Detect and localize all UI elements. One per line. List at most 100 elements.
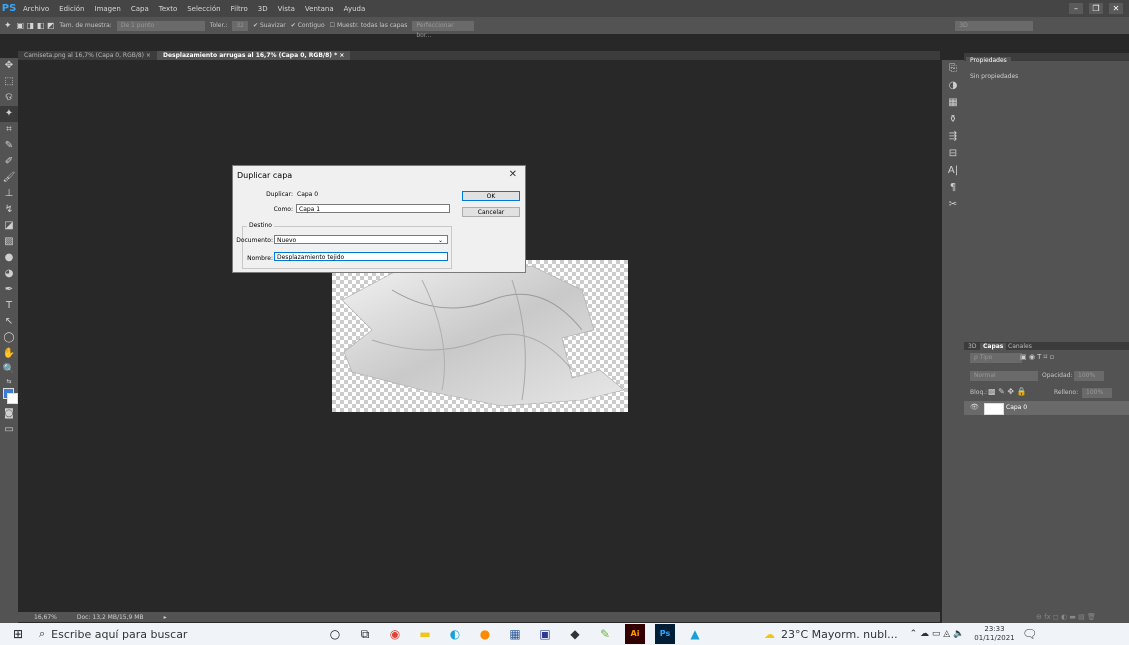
stamp-tool-icon[interactable]: ⊥ <box>0 186 18 202</box>
dodge-tool-icon[interactable]: ◕ <box>0 266 18 282</box>
menu-texto[interactable]: Texto <box>154 5 182 13</box>
clock[interactable]: 23:33 01/11/2021 <box>974 625 1014 643</box>
menu-imagen[interactable]: Imagen <box>90 5 126 13</box>
smooth-checkbox[interactable]: ✔ Suavizar <box>253 22 286 29</box>
crop-tool-icon[interactable]: ⌗ <box>0 122 18 138</box>
word-icon[interactable]: ▦ <box>505 624 525 644</box>
firefox-icon[interactable]: ● <box>475 624 495 644</box>
workspace-select[interactable]: 3D <box>955 20 1034 31</box>
weather-text[interactable]: 23°C Mayorm. nubl... <box>781 628 898 641</box>
fill-input[interactable]: 100% <box>1082 388 1112 398</box>
blend-mode-select[interactable]: Normal <box>970 371 1038 381</box>
hand-tool-icon[interactable]: ✋ <box>0 346 18 362</box>
eraser-tool-icon[interactable]: ◪ <box>0 218 18 234</box>
history-icon[interactable]: ⎘ <box>942 60 964 77</box>
sample-size-select[interactable]: De 1 punto <box>116 20 205 31</box>
move-tool-icon[interactable]: ✥ <box>0 58 18 74</box>
gradient-tool-icon[interactable]: ▨ <box>0 234 18 250</box>
powerpoint-icon[interactable]: ▣ <box>535 624 555 644</box>
close-icon[interactable]: ✕ <box>1109 3 1123 14</box>
cancel-button[interactable]: Cancelar <box>462 207 520 217</box>
document-canvas[interactable] <box>332 260 628 412</box>
paragraph-icon[interactable]: ¶ <box>942 179 964 196</box>
contiguous-checkbox[interactable]: ✔ Contiguo <box>291 22 325 29</box>
tab-3d[interactable]: 3D <box>968 343 976 350</box>
tab-properties[interactable]: Propiedades <box>966 57 1011 64</box>
color-swatches[interactable] <box>0 386 18 406</box>
info-icon[interactable]: ▦ <box>942 94 964 111</box>
inkscape-icon[interactable]: ◆ <box>565 624 585 644</box>
status-arrow-icon[interactable]: ▸ <box>164 614 167 621</box>
sample-all-layers-checkbox[interactable]: ☐ Muestr. todas las capas <box>330 22 408 29</box>
marquee-tool-icon[interactable]: ⬚ <box>0 74 18 90</box>
tab-channels[interactable]: Canales <box>1008 343 1032 350</box>
windows-start-icon[interactable]: ⊞ <box>8 624 28 644</box>
visibility-eye-icon[interactable]: 👁 <box>970 403 979 411</box>
layer-filter-icons[interactable]: ▣ ◉ T ⌑ ▫ <box>1020 353 1054 361</box>
menu-filtro[interactable]: Filtro <box>226 5 253 13</box>
task-view-icon[interactable]: ⧉ <box>355 624 375 644</box>
tool-presets-icon[interactable]: ✂ <box>942 196 964 213</box>
swap-colors-icon[interactable]: ⇆ <box>0 378 18 386</box>
adjustments-icon[interactable]: ◑ <box>942 77 964 94</box>
as-input[interactable]: Capa 1 <box>296 204 450 213</box>
layer-name[interactable]: Capa 0 <box>1006 404 1027 411</box>
menu-capa[interactable]: Capa <box>126 5 154 13</box>
notifications-icon[interactable]: 🗨 <box>1020 624 1040 644</box>
magic-wand-icon[interactable]: ✦ <box>4 21 12 31</box>
brush-tool-icon[interactable]: 🖌 <box>0 170 18 186</box>
paint-icon[interactable]: ✎ <box>595 624 615 644</box>
cortana-icon[interactable]: ○ <box>325 624 345 644</box>
lasso-tool-icon[interactable]: ଡ <box>0 90 18 106</box>
eyedropper-tool-icon[interactable]: ✎ <box>0 138 18 154</box>
shape-tool-icon[interactable]: ◯ <box>0 330 18 346</box>
brush-settings-icon[interactable]: ⇶ <box>942 128 964 145</box>
clone-source-icon[interactable]: ⊟ <box>942 145 964 162</box>
tab-camiseta[interactable]: Camiseta.png al 16,7% (Capa 0, RGB/8) × <box>18 51 157 60</box>
document-select[interactable]: Nuevo ⌄ <box>274 235 448 244</box>
tray-icons[interactable]: ⌃ ☁ ▭ ◬ 🔈 <box>910 629 965 639</box>
type-tool-icon[interactable]: T <box>0 298 18 314</box>
edge-icon[interactable]: ◐ <box>445 624 465 644</box>
selection-mode-icon[interactable]: ▣ ◨ ◧ ◩ <box>17 21 55 30</box>
history-brush-tool-icon[interactable]: ↯ <box>0 202 18 218</box>
taskbar-search[interactable]: ⌕ Escribe aquí para buscar <box>33 623 229 645</box>
menu-ayuda[interactable]: Ayuda <box>339 5 371 13</box>
path-selection-tool-icon[interactable]: ↖ <box>0 314 18 330</box>
zoom-tool-icon[interactable]: 🔍 <box>0 362 18 378</box>
refine-edge-button[interactable]: Perfeccionar bor... <box>412 20 475 39</box>
tab-desplazamiento[interactable]: Desplazamiento arrugas al 16,7% (Capa 0,… <box>156 51 351 60</box>
magic-wand-tool-icon[interactable]: ✦ <box>0 106 18 122</box>
file-explorer-icon[interactable]: ▬ <box>415 624 435 644</box>
pen-tool-icon[interactable]: ✒ <box>0 282 18 298</box>
chrome-icon[interactable]: ◉ <box>385 624 405 644</box>
character-icon[interactable]: A| <box>942 162 964 179</box>
healing-tool-icon[interactable]: ✐ <box>0 154 18 170</box>
brush-presets-icon[interactable]: ⚱ <box>942 111 964 128</box>
illustrator-icon[interactable]: Ai <box>625 624 645 644</box>
tolerance-input[interactable]: 32 <box>232 20 248 31</box>
menu-3d[interactable]: 3D <box>253 5 273 13</box>
name-input[interactable]: Desplazamiento tejido <box>274 252 448 261</box>
zoom-level[interactable]: 16,67% <box>34 614 57 621</box>
photos-icon[interactable]: ▲ <box>685 624 705 644</box>
screen-mode-icon[interactable]: ▭ <box>0 422 18 438</box>
photoshop-taskbar-icon[interactable]: Ps <box>655 624 675 644</box>
layer-row[interactable]: 👁 Capa 0 <box>964 401 1129 415</box>
lock-icons[interactable]: ▩ ✎ ✥ 🔒 <box>988 387 1027 396</box>
menu-archivo[interactable]: Archivo <box>18 5 54 13</box>
menu-seleccion[interactable]: Selección <box>182 5 225 13</box>
restore-icon[interactable]: ❐ <box>1089 3 1103 14</box>
layer-bottom-icons[interactable]: ⊖ fx ◻ ◐ ▬ ▤ 🗑 <box>1036 613 1096 621</box>
menu-ventana[interactable]: Ventana <box>300 5 339 13</box>
dialog-close-icon[interactable]: ✕ <box>509 169 517 180</box>
quick-mask-icon[interactable]: ◙ <box>0 406 18 422</box>
opacity-input[interactable]: 100% <box>1074 371 1104 381</box>
ok-button[interactable]: OK <box>462 191 520 201</box>
blur-tool-icon[interactable]: ● <box>0 250 18 266</box>
minimize-icon[interactable]: – <box>1069 3 1083 14</box>
menu-vista[interactable]: Vista <box>273 5 300 13</box>
layer-filter-select[interactable]: ρ Tipo <box>970 353 1022 363</box>
tab-layers[interactable]: Capas <box>980 343 1007 350</box>
menu-edicion[interactable]: Edición <box>54 5 89 13</box>
